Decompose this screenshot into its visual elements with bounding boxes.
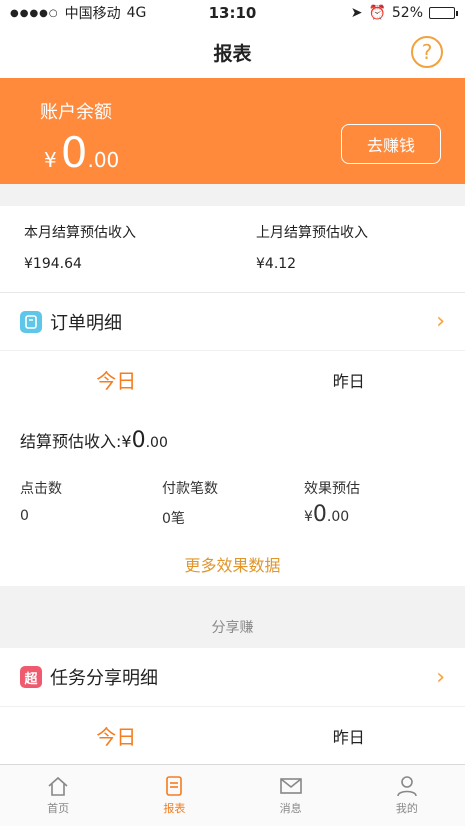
share-tab-yesterday[interactable]: 昨日 (233, 724, 465, 748)
battery-percent: 52% (391, 5, 423, 21)
share-tabs: 今日 昨日 (0, 706, 465, 764)
network-type: 4G (126, 5, 147, 21)
balance-banner: 账户余额 ¥ 0 .00 去赚钱 (0, 78, 465, 184)
share-detail-label: 任务分享明细 (50, 668, 158, 689)
settle-integer: 0 (131, 428, 146, 453)
balance-label: 账户余额 (40, 102, 112, 123)
nav-bar: 报表 ? (0, 26, 465, 78)
order-tabs: 今日 昨日 (0, 350, 465, 408)
clicks-label: 点击数 (20, 481, 62, 497)
earn-money-button[interactable]: 去赚钱 (341, 124, 441, 164)
payments-value: 0笔 (162, 511, 185, 527)
tabbar-messages-label: 消息 (279, 802, 302, 815)
home-icon (48, 776, 68, 796)
user-icon (397, 776, 417, 797)
bottom-tab-bar: 首页 报表 消息 我的 (0, 764, 465, 826)
settle-decimal: .00 (145, 435, 168, 451)
effect-currency: ¥ (304, 509, 313, 525)
order-section: 订单明细 › 今日 昨日 结算预估收入: ¥ 0 .00 点击数 0 付款笔数 … (0, 292, 465, 586)
effect-decimal: .00 (326, 509, 350, 525)
signal-icon: ●●●●○ (10, 7, 59, 19)
settle-currency: ¥ (121, 432, 132, 451)
tabbar-mine-label: 我的 (395, 802, 418, 815)
this-month-value: ¥194.64 (24, 256, 82, 272)
chevron-right-icon: › (436, 664, 445, 690)
balance-decimal: .00 (87, 148, 120, 172)
balance-integer: 0 (60, 128, 88, 177)
share-detail-row[interactable]: 超 任务分享明细 › (0, 648, 465, 706)
settle-label: 结算预估收入: (20, 432, 122, 451)
tabbar-messages[interactable]: 消息 (233, 765, 349, 826)
this-month-income: 本月结算预估收入 ¥194.64 (24, 222, 136, 272)
share-section-header: 分享赚 (211, 620, 254, 636)
order-icon-glyph (25, 314, 37, 329)
tab-today[interactable]: 今日 (0, 365, 233, 394)
location-icon: ➤ (350, 5, 363, 21)
tabbar-report[interactable]: 报表 (116, 765, 232, 826)
last-month-label: 上月结算预估收入 (256, 225, 368, 241)
report-icon (166, 776, 183, 796)
chevron-right-icon: › (436, 309, 445, 334)
clicks-value: 0 (20, 508, 29, 524)
more-effect-data-link[interactable]: 更多效果数据 (0, 552, 465, 576)
tabbar-mine[interactable]: 我的 (349, 765, 465, 826)
tabbar-home-label: 首页 (47, 802, 70, 815)
battery-icon (429, 7, 458, 19)
effect-integer: 0 (312, 502, 327, 527)
alarm-icon: ⏰ (368, 5, 386, 21)
tabbar-report-label: 报表 (163, 802, 186, 815)
page-title: 报表 (213, 42, 252, 65)
order-icon (20, 310, 42, 333)
payments-label: 付款笔数 (162, 481, 218, 497)
balance-amount: ¥ 0 .00 (44, 128, 119, 177)
status-bar: ●●●●○ 中国移动 4G 13:10 ➤ ⏰ 52% (0, 0, 465, 26)
effect-stat: 效果预估 ¥ 0 .00 (304, 478, 360, 527)
tabbar-home[interactable]: 首页 (0, 765, 116, 826)
effect-value: ¥ 0 .00 (304, 502, 360, 527)
last-month-income: 上月结算预估收入 ¥4.12 (256, 222, 368, 272)
last-month-value: ¥4.12 (256, 256, 297, 272)
carrier: 中国移动 (64, 6, 121, 22)
currency-symbol: ¥ (44, 148, 57, 172)
effect-label: 效果预估 (304, 481, 360, 497)
message-icon (279, 778, 302, 794)
settle-estimate: 结算预估收入: ¥ 0 .00 (20, 428, 168, 453)
help-icon: ? (421, 40, 433, 64)
share-section: 超 任务分享明细 › 今日 昨日 (0, 648, 465, 764)
order-detail-row[interactable]: 订单明细 › (0, 292, 465, 350)
monthly-income-card: 本月结算预估收入 ¥194.64 上月结算预估收入 ¥4.12 (0, 206, 465, 292)
payments-stat: 付款笔数 0笔 (162, 478, 218, 528)
share-tab-today[interactable]: 今日 (0, 721, 233, 750)
tab-yesterday[interactable]: 昨日 (233, 368, 465, 392)
help-button[interactable]: ? (411, 36, 443, 68)
this-month-label: 本月结算预估收入 (24, 225, 136, 241)
share-icon: 超 (20, 666, 42, 688)
order-detail-label: 订单明细 (50, 312, 122, 334)
clicks-stat: 点击数 0 (20, 478, 62, 524)
